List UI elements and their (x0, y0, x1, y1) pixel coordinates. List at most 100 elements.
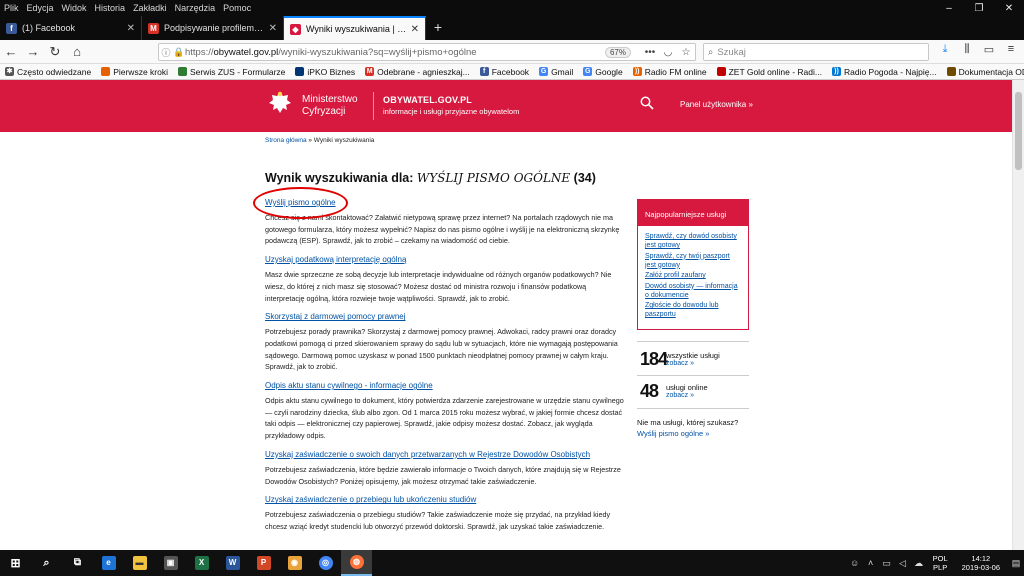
close-tab-icon[interactable]: ✕ (269, 23, 277, 34)
scrollbar-thumb[interactable] (1015, 92, 1022, 170)
popular-service-link[interactable]: Dowód osobisty — informacja o dokumencie (645, 282, 741, 300)
page-title: Wynik wyszukiwania dla: WYŚLIJ PISMO OGÓ… (265, 171, 596, 185)
bookmark-item[interactable]: G Gmail (534, 67, 578, 77)
url-bar[interactable]: ⓘ 🔒 https://obywatel.gov.pl/wyniki-wyszu… (158, 43, 696, 61)
popular-service-link[interactable]: Zgłoście do dowodu lub paszportu (645, 301, 741, 319)
breadcrumb-home[interactable]: Strona główna (265, 137, 307, 144)
portal-tagline: informacje i usługi przyjazne obywatelom (383, 107, 520, 116)
bookmark-item[interactable]: iPKO Biznes (290, 67, 360, 77)
result-link[interactable]: Uzyskaj zaświadczenie o swoich danych pr… (265, 450, 625, 459)
download-icon[interactable]: ⤓ (934, 43, 956, 56)
reload-icon[interactable]: ↻ (44, 44, 66, 60)
stat-number: 48 (640, 381, 659, 401)
search-icon[interactable] (640, 96, 654, 110)
ministry-name[interactable]: Ministerstwo Cyfryzacji (302, 94, 358, 118)
tab-label: Wyniki wyszukiwania | obywatel (306, 24, 407, 34)
minimize-icon[interactable]: – (934, 3, 964, 14)
people-icon[interactable]: ☺ (847, 558, 863, 568)
zoom-level[interactable]: 67% (604, 46, 631, 58)
home-icon[interactable]: ⌂ (66, 44, 88, 59)
send-letter-link[interactable]: Wyślij pismo ogólne » (637, 429, 738, 438)
back-icon[interactable]: ← (0, 44, 22, 59)
pocket-icon[interactable]: ◡ (659, 47, 677, 58)
menu-widok[interactable]: Widok (58, 3, 91, 13)
volume-icon[interactable]: ◁ (895, 558, 911, 569)
popular-services-title: Najpopularniejsze usługi (638, 200, 748, 226)
paint-icon[interactable]: ◉ (279, 550, 310, 576)
windows-start-icon[interactable]: ⊞ (0, 550, 31, 576)
popular-service-link[interactable]: Sprawdź, czy twój paszport jest gotowy (645, 252, 741, 270)
result-link[interactable]: Odpis aktu stanu cywilnego - informacje … (265, 381, 625, 390)
document-icon (946, 67, 956, 76)
search-icon[interactable]: ⌕ (31, 550, 62, 576)
new-tab-icon[interactable]: + (426, 16, 450, 40)
close-tab-icon[interactable]: ✕ (127, 23, 135, 34)
gear-icon: ✱ (5, 67, 14, 76)
powerpoint-icon[interactable]: P (248, 550, 279, 576)
library-icon[interactable]: ⫼ (956, 43, 978, 56)
bookmark-item[interactable]: Serwis ZUS - Formularze (173, 67, 290, 77)
breadcrumb-current: Wyniki wyszukiwania (313, 137, 375, 144)
network-icon[interactable]: ▭ (879, 558, 895, 569)
file-explorer-icon[interactable]: ▬ (124, 550, 155, 576)
tab-podpisywanie[interactable]: M Podpisywanie profilem zaufanego ✕ (142, 16, 284, 40)
close-tab-icon[interactable]: ✕ (411, 24, 419, 35)
stat-more-link[interactable]: zobacz » (666, 360, 694, 367)
stat-more-link[interactable]: zobacz » (666, 392, 694, 399)
menu-plik[interactable]: Plik (0, 3, 23, 13)
menu-historia[interactable]: Historia (91, 3, 130, 13)
bookmark-item[interactable]: )) Radio FM online (628, 67, 712, 77)
bookmark-item[interactable]: f Facebook (475, 67, 534, 77)
forward-icon[interactable]: → (22, 44, 44, 59)
bookmark-label: ZET Gold online - Radi... (728, 66, 822, 77)
page-scrollbar[interactable] (1012, 80, 1024, 550)
clock[interactable]: 14:12 2019-03-06 (954, 554, 1008, 572)
word-icon[interactable]: W (217, 550, 248, 576)
url-text[interactable]: https://obywatel.gov.pl/wyniki-wyszukiwa… (185, 47, 605, 58)
result-link[interactable]: Uzyskaj podatkową interpretację ogólną (265, 255, 625, 264)
task-view-icon[interactable]: ⧉ (62, 550, 93, 576)
bookmark-item[interactable]: Dokumentacja ODO - ... (942, 67, 1024, 77)
chrome-icon[interactable]: ◎ (310, 550, 341, 576)
tab-facebook[interactable]: f (1) Facebook ✕ (0, 16, 142, 40)
lock-icon[interactable]: 🔒 (173, 47, 185, 58)
menu-narzedzia[interactable]: Narzędzia (171, 3, 220, 13)
bookmark-item[interactable]: ZET Gold online - Radi... (712, 67, 827, 77)
popular-service-link[interactable]: Sprawdź, czy dowód osobisty jest gotowy (645, 232, 741, 250)
bookmark-item[interactable]: M Odebrane - agnieszkaj... (360, 67, 475, 77)
edge-icon[interactable]: e (93, 550, 124, 576)
store-icon[interactable]: ▣ (155, 550, 186, 576)
menu-edycja[interactable]: Edycja (23, 3, 58, 13)
breadcrumb: Strona główna » Wyniki wyszukiwania (265, 137, 374, 144)
menu-zakladki[interactable]: Zakładki (129, 3, 171, 13)
bookmark-item[interactable]: G Google (578, 67, 627, 77)
bookmark-item[interactable]: ✱ Często odwiedzane (0, 67, 96, 77)
page-actions-icon[interactable]: ••• (641, 47, 659, 58)
window-controls: – ❐ ✕ (934, 3, 1024, 14)
sidebar-icon[interactable]: ▭ (978, 43, 1000, 56)
excel-icon[interactable]: X (186, 550, 217, 576)
bookmark-item[interactable]: Pierwsze kroki (96, 67, 173, 77)
popular-service-link[interactable]: Załóż profil zaufany (645, 271, 741, 280)
onedrive-icon[interactable]: ☁ (911, 558, 927, 569)
result-link[interactable]: Skorzystaj z darmowej pomocy prawnej (265, 312, 625, 321)
stat-number: 184 (640, 349, 668, 369)
firefox-icon[interactable]: ◍ (341, 550, 372, 576)
hamburger-menu-icon[interactable]: ≡ (1000, 43, 1022, 56)
user-panel-link[interactable]: Panel użytkownika » (680, 100, 753, 109)
language-indicator[interactable]: POL PLP (927, 554, 954, 572)
bookmark-item[interactable]: )) Radio Pogoda - Najpię... (827, 67, 942, 77)
polish-eagle-emblem[interactable] (266, 90, 294, 120)
menu-pomoc[interactable]: Pomoc (219, 3, 255, 13)
info-icon[interactable]: ⓘ (159, 46, 173, 59)
tab-search-results[interactable]: ◆ Wyniki wyszukiwania | obywatel ✕ (284, 16, 426, 40)
red-highlight-circle (253, 187, 348, 219)
result-link[interactable]: Uzyskaj zaświadczenie o przebiegu lub uk… (265, 495, 625, 504)
close-window-icon[interactable]: ✕ (994, 3, 1024, 14)
star-bookmark-icon[interactable]: ☆ (677, 47, 695, 58)
portal-name[interactable]: OBYWATEL.GOV.PL (383, 95, 472, 105)
notifications-icon[interactable]: ▤ (1008, 558, 1024, 569)
search-input[interactable]: ⌕ Szukaj (703, 43, 929, 61)
chevron-up-icon[interactable]: ˄ (863, 558, 879, 568)
restore-icon[interactable]: ❐ (964, 3, 994, 14)
